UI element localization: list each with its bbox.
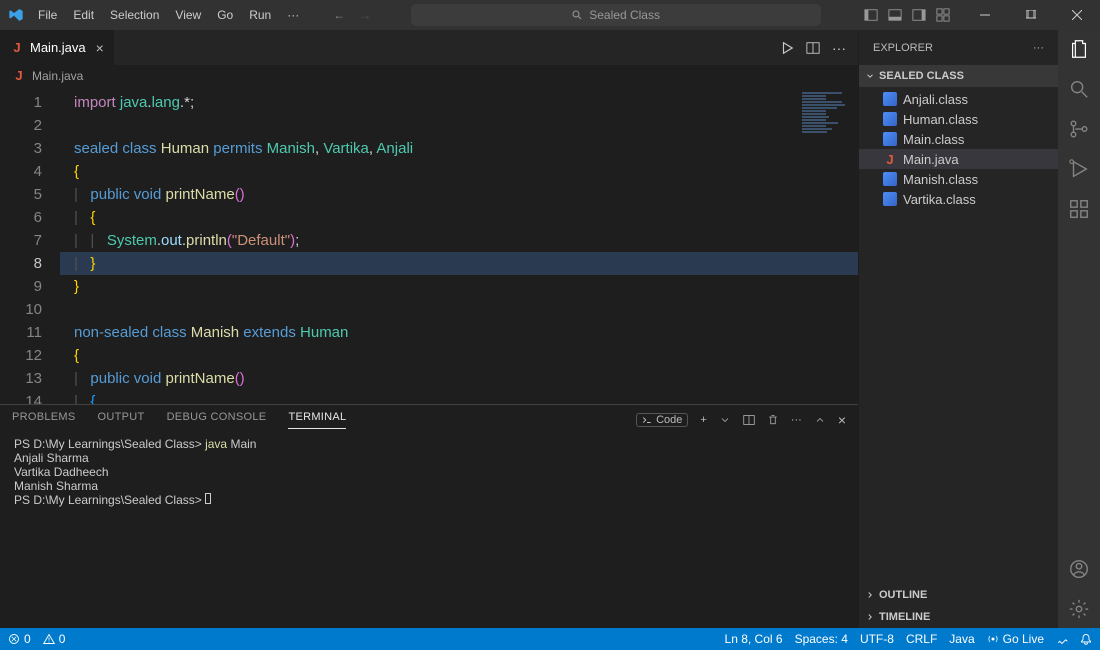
split-icon[interactable] — [806, 41, 820, 55]
layout-bottom-icon[interactable] — [888, 8, 902, 22]
menu-selection[interactable]: Selection — [104, 4, 165, 26]
chevron-right-icon — [865, 612, 875, 622]
panel-tab-problems[interactable]: PROBLEMS — [12, 411, 76, 429]
file-Main-java[interactable]: JMain.java — [859, 149, 1058, 169]
status-bar: 0 0 Ln 8, Col 6 Spaces: 4 UTF-8 CRLF Java Go … — [0, 628, 1100, 650]
tab-label: Main.java — [30, 40, 86, 55]
panel-tab-terminal[interactable]: TERMINAL — [288, 411, 346, 429]
command-center[interactable]: Sealed Class — [371, 4, 860, 26]
file-Human-class[interactable]: Human.class — [859, 109, 1058, 129]
class-file-icon — [883, 92, 897, 106]
minimap[interactable] — [802, 91, 852, 211]
tab-bar: J Main.java × ··· — [0, 30, 858, 65]
menu-run[interactable]: Run — [243, 4, 277, 26]
menu-bar: FileEditSelectionViewGoRun··· — [32, 4, 305, 26]
status-item[interactable]: Go Live — [987, 632, 1044, 646]
java-file-icon: J — [10, 41, 24, 55]
panel-tab-output[interactable]: OUTPUT — [98, 411, 145, 429]
class-file-icon — [883, 132, 897, 146]
chevron-down-icon[interactable] — [719, 414, 731, 426]
class-file-icon — [883, 112, 897, 126]
menu-···[interactable]: ··· — [281, 4, 305, 26]
settings-icon[interactable] — [1068, 598, 1090, 620]
files-icon[interactable] — [1068, 38, 1090, 60]
title-bar: FileEditSelectionViewGoRun··· ← → Sealed… — [0, 0, 1100, 30]
java-file-icon: J — [12, 69, 26, 83]
trash-icon[interactable] — [767, 414, 779, 426]
explorer-sidebar: EXPLORER ··· SEALED CLASS Anjali.classHu… — [858, 30, 1058, 628]
outline-section[interactable]: OUTLINE — [859, 584, 1058, 606]
panel-tabs: PROBLEMS OUTPUT DEBUG CONSOLE TERMINAL — [12, 411, 346, 429]
status-item[interactable]: Ln 8, Col 6 — [725, 632, 783, 646]
new-terminal-icon[interactable]: + — [700, 414, 706, 426]
file-Vartika-class[interactable]: Vartika.class — [859, 189, 1058, 209]
layout-right-icon[interactable] — [912, 8, 926, 22]
status-item[interactable]: Spaces: 4 — [795, 632, 848, 646]
class-file-icon — [883, 172, 897, 186]
more-icon[interactable]: ··· — [791, 414, 802, 426]
more-icon[interactable]: ··· — [832, 40, 846, 56]
class-file-icon — [883, 192, 897, 206]
menu-go[interactable]: Go — [211, 4, 239, 26]
error-icon — [8, 633, 20, 645]
search-text: Sealed Class — [589, 8, 660, 22]
account-icon[interactable] — [1068, 558, 1090, 580]
explorer-title: EXPLORER — [873, 42, 933, 54]
file-tree: Anjali.classHuman.classMain.classJMain.j… — [859, 87, 1058, 584]
warn-icon — [43, 633, 55, 645]
terminal-small-icon — [642, 415, 652, 425]
layout-left-icon[interactable] — [864, 8, 878, 22]
menu-file[interactable]: File — [32, 4, 63, 26]
debug-icon[interactable] — [1068, 158, 1090, 180]
vscode-icon — [0, 7, 32, 23]
nav-arrows: ← → — [333, 8, 371, 22]
java-file-icon: J — [883, 152, 897, 166]
file-Anjali-class[interactable]: Anjali.class — [859, 89, 1058, 109]
chevron-right-icon — [865, 590, 875, 600]
chevron-up-icon[interactable] — [814, 414, 826, 426]
maximize-button[interactable] — [1008, 0, 1054, 30]
editor-group: J Main.java × ··· J Main.java 1234567891… — [0, 30, 858, 628]
gutter: 1234567891011121314 — [0, 87, 60, 404]
status-item[interactable]: Java — [949, 632, 974, 646]
timeline-section[interactable]: TIMELINE — [859, 606, 1058, 628]
back-icon[interactable]: ← — [333, 8, 345, 22]
menu-edit[interactable]: Edit — [67, 4, 100, 26]
chevron-down-icon — [865, 71, 875, 81]
status-errors[interactable]: 0 — [8, 632, 31, 646]
minimize-button[interactable] — [962, 0, 1008, 30]
search-icon — [571, 9, 583, 21]
split-terminal-icon[interactable] — [743, 414, 755, 426]
close-panel-icon[interactable]: × — [838, 412, 846, 428]
status-item[interactable]: CRLF — [906, 632, 937, 646]
broadcast-icon — [987, 633, 999, 645]
file-Manish-class[interactable]: Manish.class — [859, 169, 1058, 189]
tab-main-java[interactable]: J Main.java × — [0, 30, 115, 65]
panel-tab-debug-console[interactable]: DEBUG CONSOLE — [167, 411, 267, 429]
bell-icon[interactable] — [1080, 633, 1092, 645]
status-item[interactable]: UTF-8 — [860, 632, 894, 646]
code-content[interactable]: import java.lang.*;sealed class Human pe… — [60, 87, 858, 404]
breadcrumb[interactable]: J Main.java — [0, 65, 858, 87]
close-icon[interactable]: × — [96, 40, 104, 56]
run-icon[interactable] — [780, 41, 794, 55]
source-control-icon[interactable] — [1068, 118, 1090, 140]
extensions-icon[interactable] — [1068, 198, 1090, 220]
status-warnings[interactable]: 0 — [43, 632, 66, 646]
menu-view[interactable]: View — [169, 4, 207, 26]
file-Main-class[interactable]: Main.class — [859, 129, 1058, 149]
activity-bar — [1058, 30, 1100, 628]
editor[interactable]: 1234567891011121314 import java.lang.*;s… — [0, 87, 858, 404]
search-icon[interactable] — [1068, 78, 1090, 100]
panel: PROBLEMS OUTPUT DEBUG CONSOLE TERMINAL Code… — [0, 404, 858, 628]
layout-custom-icon[interactable] — [936, 8, 950, 22]
terminal[interactable]: PS D:\My Learnings\Sealed Class> java Ma… — [0, 435, 858, 628]
close-button[interactable] — [1054, 0, 1100, 30]
terminal-profile-button[interactable]: Code — [636, 413, 688, 427]
more-icon[interactable]: ··· — [1033, 42, 1044, 54]
forward-icon[interactable]: → — [359, 8, 371, 22]
prettier-icon[interactable] — [1056, 633, 1068, 645]
explorer-root-header[interactable]: SEALED CLASS — [859, 65, 1058, 87]
